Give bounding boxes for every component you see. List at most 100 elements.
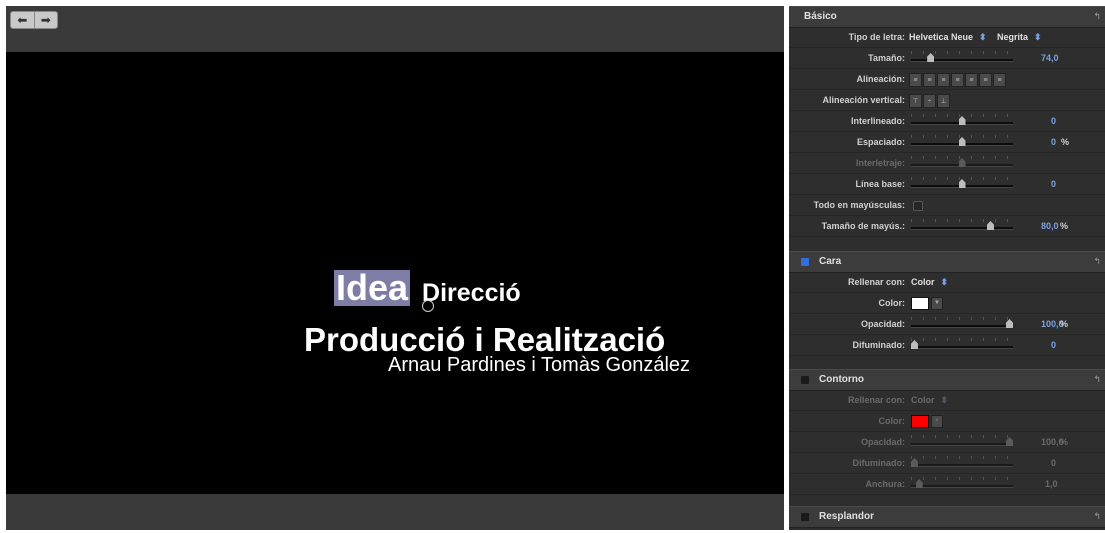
tracking-label: Espaciado: bbox=[856, 137, 905, 147]
slider-thumb bbox=[958, 116, 966, 125]
reset-icon[interactable]: ↰ bbox=[1093, 256, 1101, 267]
glow-enable-checkbox[interactable] bbox=[801, 513, 809, 521]
stepper-arrows-icon: ⬍ bbox=[1034, 32, 1042, 42]
tracking-unit: % bbox=[1061, 137, 1070, 147]
all-caps-checkbox[interactable] bbox=[913, 201, 923, 211]
face-blur-slider[interactable] bbox=[911, 338, 1013, 349]
face-opacity-slider[interactable] bbox=[911, 317, 1013, 328]
section-header-basic[interactable]: Básico ↰ bbox=[789, 6, 1105, 28]
face-fill-label: Rellenar con: bbox=[847, 277, 905, 287]
title-line-3[interactable]: Arnau Pardines i Tomàs González bbox=[388, 354, 690, 376]
section-header-glow[interactable]: Resplandor ↰ bbox=[789, 506, 1105, 528]
face-opacity-label: Opacidad: bbox=[860, 319, 905, 329]
section-header-outline[interactable]: Contorno ↰ bbox=[789, 369, 1105, 391]
outline-opacity-slider bbox=[911, 435, 1013, 446]
selected-text-idea[interactable]: Idea bbox=[334, 270, 411, 306]
line-spacing-slider[interactable] bbox=[911, 114, 1013, 125]
align-bottom-icon[interactable]: ⊥ bbox=[937, 94, 950, 108]
reset-icon[interactable]: ↰ bbox=[1093, 511, 1101, 522]
justify-right-icon[interactable]: ≡ bbox=[979, 73, 992, 87]
baseline-row: Línea base: 0 bbox=[789, 174, 1105, 195]
slider-thumb bbox=[987, 221, 994, 230]
align-right-icon[interactable]: ≡ bbox=[937, 73, 950, 87]
stepper-arrows-icon: ⬍ bbox=[979, 32, 987, 42]
arrow-left-icon[interactable]: ⬅ bbox=[11, 12, 34, 28]
face-fill-row: Rellenar con: Color ⬍ bbox=[789, 272, 1105, 293]
chevron-down-icon[interactable]: ▼ bbox=[931, 297, 943, 310]
caps-size-slider[interactable] bbox=[911, 219, 1013, 230]
outline-color-label: Color: bbox=[878, 416, 906, 426]
tracking-value[interactable]: 0 bbox=[1051, 132, 1056, 152]
slider-thumb bbox=[911, 340, 918, 349]
caps-size-row: Tamaño de mayús.: 80,0 % bbox=[789, 216, 1105, 237]
slider-thumb bbox=[958, 179, 966, 188]
chevron-down-icon: ▼ bbox=[931, 415, 943, 428]
font-row: Tipo de letra: Helvetica Neue ⬍ Negrita ⬍ bbox=[789, 27, 1105, 48]
line-spacing-row: Interlineado: 0 bbox=[789, 111, 1105, 132]
outline-fill-select: Color ⬍ bbox=[911, 395, 949, 405]
tracking-row: Espaciado: 0 % bbox=[789, 132, 1105, 153]
outline-enable-checkbox[interactable] bbox=[801, 376, 809, 384]
outline-opacity-row: Opacidad: 100,0 % bbox=[789, 432, 1105, 453]
vertical-alignment-row: Alineación vertical: ⊤ ÷ ⊥ bbox=[789, 90, 1105, 111]
face-enable-checkbox[interactable] bbox=[801, 258, 809, 266]
size-row: Tamaño: 74,0 bbox=[789, 48, 1105, 69]
kerning-row: Interletraje: bbox=[789, 153, 1105, 174]
font-weight-select[interactable]: Negrita ⬍ bbox=[997, 27, 1042, 47]
all-caps-label: Todo en mayúsculas: bbox=[813, 200, 905, 210]
line-spacing-value[interactable]: 0 bbox=[1051, 111, 1056, 131]
outline-blur-slider bbox=[911, 456, 1013, 467]
size-value[interactable]: 74,0 bbox=[1041, 48, 1059, 68]
align-top-icon[interactable]: ⊤ bbox=[909, 94, 922, 108]
outline-blur-row: Difuminado: 0 bbox=[789, 453, 1105, 474]
caps-size-value[interactable]: 80,0 bbox=[1041, 216, 1059, 236]
section-title: Cara bbox=[819, 256, 842, 267]
outline-fill-label: Rellenar con: bbox=[847, 395, 905, 405]
reset-icon[interactable]: ↰ bbox=[1093, 11, 1101, 22]
size-label: Tamaño: bbox=[868, 53, 905, 63]
font-family-select[interactable]: Helvetica Neue ⬍ bbox=[909, 27, 987, 47]
arrow-right-icon[interactable]: ➡ bbox=[33, 12, 58, 28]
caps-size-label: Tamaño de mayús.: bbox=[821, 221, 905, 231]
navigation-buttons: ⬅ ➡ bbox=[10, 11, 58, 29]
justify-full-icon[interactable]: ≡ bbox=[993, 73, 1006, 87]
slider-thumb bbox=[927, 53, 935, 62]
outline-width-slider bbox=[911, 477, 1013, 488]
tracking-slider[interactable] bbox=[911, 135, 1013, 146]
reset-icon[interactable]: ↰ bbox=[1093, 374, 1101, 385]
section-title: Básico bbox=[804, 11, 837, 22]
alignment-row: Alineación: ≡ ≡ ≡ ≡ ≡ ≡ ≡ bbox=[789, 69, 1105, 90]
baseline-label: Línea base: bbox=[855, 179, 905, 189]
section-header-face[interactable]: Cara ↰ bbox=[789, 251, 1105, 273]
baseline-value[interactable]: 0 bbox=[1051, 174, 1056, 194]
slider-thumb bbox=[958, 137, 966, 146]
face-color-swatch[interactable] bbox=[911, 297, 929, 310]
size-slider[interactable] bbox=[911, 51, 1013, 62]
align-center-icon[interactable]: ≡ bbox=[923, 73, 936, 87]
stepper-arrows-icon: ⬍ bbox=[940, 277, 949, 287]
all-caps-row: Todo en mayúsculas: bbox=[789, 195, 1105, 216]
font-label: Tipo de letra: bbox=[848, 32, 905, 42]
title-line-2[interactable]: Producció i Realització bbox=[304, 322, 665, 358]
justify-center-icon[interactable]: ≡ bbox=[965, 73, 978, 87]
align-middle-icon[interactable]: ÷ bbox=[923, 94, 936, 108]
vertical-alignment-label: Alineación vertical: bbox=[822, 95, 905, 105]
text-cursor-icon bbox=[422, 300, 434, 312]
face-color-label: Color: bbox=[878, 298, 906, 308]
face-fill-select[interactable]: Color ⬍ bbox=[911, 272, 948, 292]
align-left-icon[interactable]: ≡ bbox=[909, 73, 922, 87]
vertical-alignment-buttons: ⊤ ÷ ⊥ bbox=[909, 94, 951, 108]
outline-color-swatch bbox=[911, 415, 929, 428]
outline-width-value: 1,0 bbox=[1045, 479, 1058, 489]
line-spacing-label: Interlineado: bbox=[850, 116, 905, 126]
alignment-label: Alineación: bbox=[856, 74, 905, 84]
face-blur-value[interactable]: 0 bbox=[1051, 335, 1056, 355]
kerning-label: Interletraje: bbox=[855, 158, 905, 168]
baseline-slider[interactable] bbox=[911, 177, 1013, 188]
preview-canvas[interactable]: Idea Direcció Producció i Realització Ar… bbox=[6, 52, 784, 494]
slider-thumb bbox=[915, 479, 923, 488]
outline-width-label: Anchura: bbox=[865, 479, 905, 489]
title-text-direccio[interactable]: Direcció bbox=[422, 280, 521, 306]
face-blur-label: Difuminado: bbox=[852, 340, 906, 350]
justify-left-icon[interactable]: ≡ bbox=[951, 73, 964, 87]
